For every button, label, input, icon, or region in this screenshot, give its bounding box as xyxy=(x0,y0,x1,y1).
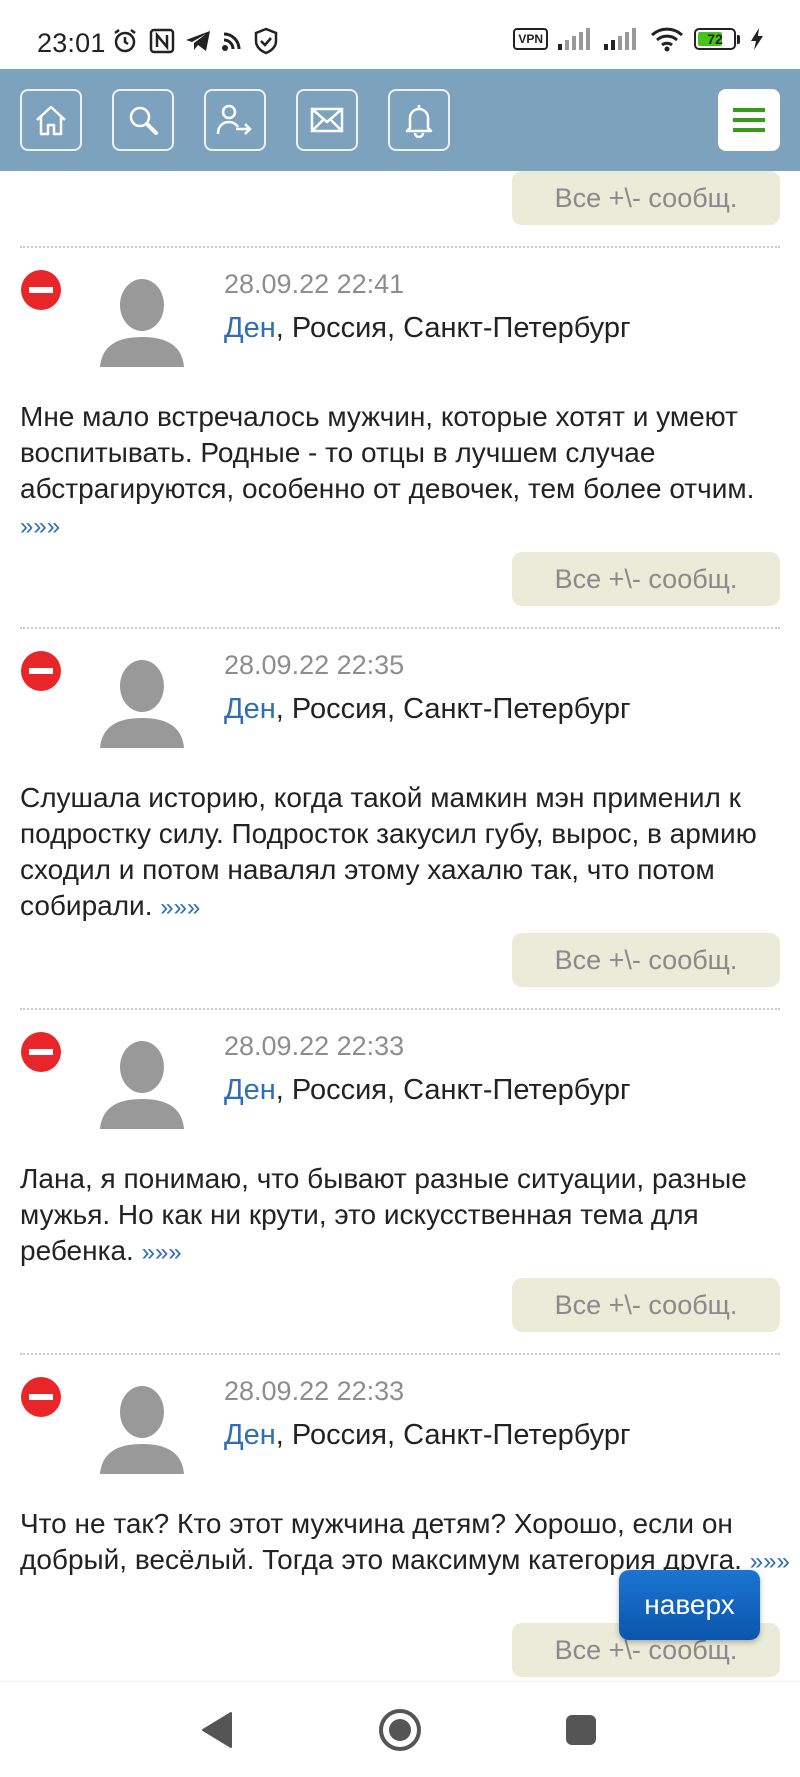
post-header: 28.09.22 22:41 Ден, Россия, Санкт-Петерб… xyxy=(0,269,800,369)
top-navigation xyxy=(0,69,800,171)
author-location: , Россия, Санкт-Петербург xyxy=(275,1419,631,1451)
notifications-button[interactable] xyxy=(388,89,450,151)
telegram-icon xyxy=(186,31,210,51)
home-button[interactable] xyxy=(20,89,82,151)
read-more-link[interactable]: »»» xyxy=(20,513,60,540)
cast-icon xyxy=(222,32,241,51)
status-bar: 23:01 VPN 72 xyxy=(0,0,800,69)
author-link[interactable]: Ден xyxy=(224,693,276,725)
minus-circle-icon[interactable] xyxy=(20,1376,62,1418)
post-author-line: Ден, Россия, Санкт-Петербург xyxy=(224,693,631,726)
post-header: 28.09.22 22:33 Ден, Россия, Санкт-Петерб… xyxy=(0,1376,800,1476)
post-date: 28.09.22 22:33 xyxy=(224,1376,405,1406)
scroll-to-top-button[interactable]: наверх xyxy=(619,1570,760,1640)
hamburger-menu-icon xyxy=(733,108,765,132)
home-icon xyxy=(36,105,66,136)
nfc-icon xyxy=(149,28,175,54)
avatar[interactable] xyxy=(96,1382,188,1474)
divider xyxy=(20,1353,780,1355)
author-location: , Россия, Санкт-Петербург xyxy=(275,312,631,344)
battery-icon: 72 xyxy=(694,28,740,50)
system-navigation-bar xyxy=(0,1681,800,1777)
mail-icon xyxy=(310,107,344,133)
post-body: Лана, я понимаю, что бывают разные ситуа… xyxy=(20,1163,747,1266)
minus-circle-icon[interactable] xyxy=(20,269,62,311)
post-date: 28.09.22 22:35 xyxy=(224,650,405,680)
avatar[interactable] xyxy=(96,1037,188,1129)
bell-icon xyxy=(405,105,433,138)
all-messages-button[interactable]: Все +\- сообщ. xyxy=(512,1278,780,1332)
search-button[interactable] xyxy=(112,89,174,151)
read-more-link[interactable]: »»» xyxy=(142,1239,182,1266)
minus-circle-icon[interactable] xyxy=(20,1031,62,1073)
all-messages-button[interactable]: Все +\- сообщ. xyxy=(512,933,780,987)
status-left-icons xyxy=(111,27,279,55)
all-messages-button[interactable]: Все +\- сообщ. xyxy=(512,171,780,225)
recents-button[interactable] xyxy=(557,1706,605,1754)
signal-icon xyxy=(604,28,636,50)
back-button[interactable] xyxy=(193,1706,241,1754)
post-body: Слушала историю, когда такой мамкин мэн … xyxy=(20,782,757,921)
post-text: Что не так? Кто этот мужчина детям? Хоро… xyxy=(20,1506,790,1580)
minus-circle-icon[interactable] xyxy=(20,650,62,692)
divider xyxy=(20,1008,780,1010)
author-link[interactable]: Ден xyxy=(224,1419,276,1451)
post-header: 28.09.22 22:33 Ден, Россия, Санкт-Петерб… xyxy=(0,1031,800,1131)
home-nav-button[interactable] xyxy=(376,1706,424,1754)
wifi-icon xyxy=(650,27,684,52)
charging-icon xyxy=(751,28,763,50)
post-text: Слушала историю, когда такой мамкин мэн … xyxy=(20,780,790,926)
post-author-line: Ден, Россия, Санкт-Петербург xyxy=(224,1419,631,1452)
login-icon xyxy=(216,104,252,135)
divider xyxy=(20,246,780,248)
author-link[interactable]: Ден xyxy=(224,1074,276,1106)
post-text: Мне мало встречалось мужчин, которые хот… xyxy=(20,399,790,545)
author-location: , Россия, Санкт-Петербург xyxy=(275,1074,631,1106)
vpn-badge: VPN xyxy=(513,28,548,50)
mail-button[interactable] xyxy=(296,89,358,151)
recents-icon xyxy=(566,1715,596,1745)
post-author-line: Ден, Россия, Санкт-Петербург xyxy=(224,1074,631,1107)
comments-feed: Все +\- сообщ. 28.09.22 22:41 Ден, Росси… xyxy=(0,171,800,1681)
all-messages-button[interactable]: Все +\- сообщ. xyxy=(512,552,780,606)
post-body: Что не так? Кто этот мужчина детям? Хоро… xyxy=(20,1508,742,1575)
post-date: 28.09.22 22:33 xyxy=(224,1031,405,1061)
post-body: Мне мало встречалось мужчин, которые хот… xyxy=(20,401,755,504)
post-date: 28.09.22 22:41 xyxy=(224,269,405,299)
read-more-link[interactable]: »»» xyxy=(160,894,200,921)
post-header: 28.09.22 22:35 Ден, Россия, Санкт-Петерб… xyxy=(0,650,800,750)
post-text: Лана, я понимаю, что бывают разные ситуа… xyxy=(20,1161,790,1271)
status-right-icons: VPN 72 xyxy=(513,26,764,52)
menu-button[interactable] xyxy=(718,89,780,151)
avatar[interactable] xyxy=(96,275,188,367)
signal-icon xyxy=(558,28,590,50)
back-icon xyxy=(202,1712,232,1748)
login-button[interactable] xyxy=(204,89,266,151)
search-icon xyxy=(129,106,158,135)
battery-level: 72 xyxy=(707,31,723,47)
status-time: 23:01 xyxy=(37,28,106,58)
post-author-line: Ден, Россия, Санкт-Петербург xyxy=(224,312,631,345)
divider xyxy=(20,627,780,629)
author-link[interactable]: Ден xyxy=(224,312,276,344)
home-circle-icon xyxy=(379,1709,421,1751)
shield-icon xyxy=(254,27,278,55)
author-location: , Россия, Санкт-Петербург xyxy=(275,693,631,725)
avatar[interactable] xyxy=(96,656,188,748)
alarm-icon xyxy=(114,29,136,53)
